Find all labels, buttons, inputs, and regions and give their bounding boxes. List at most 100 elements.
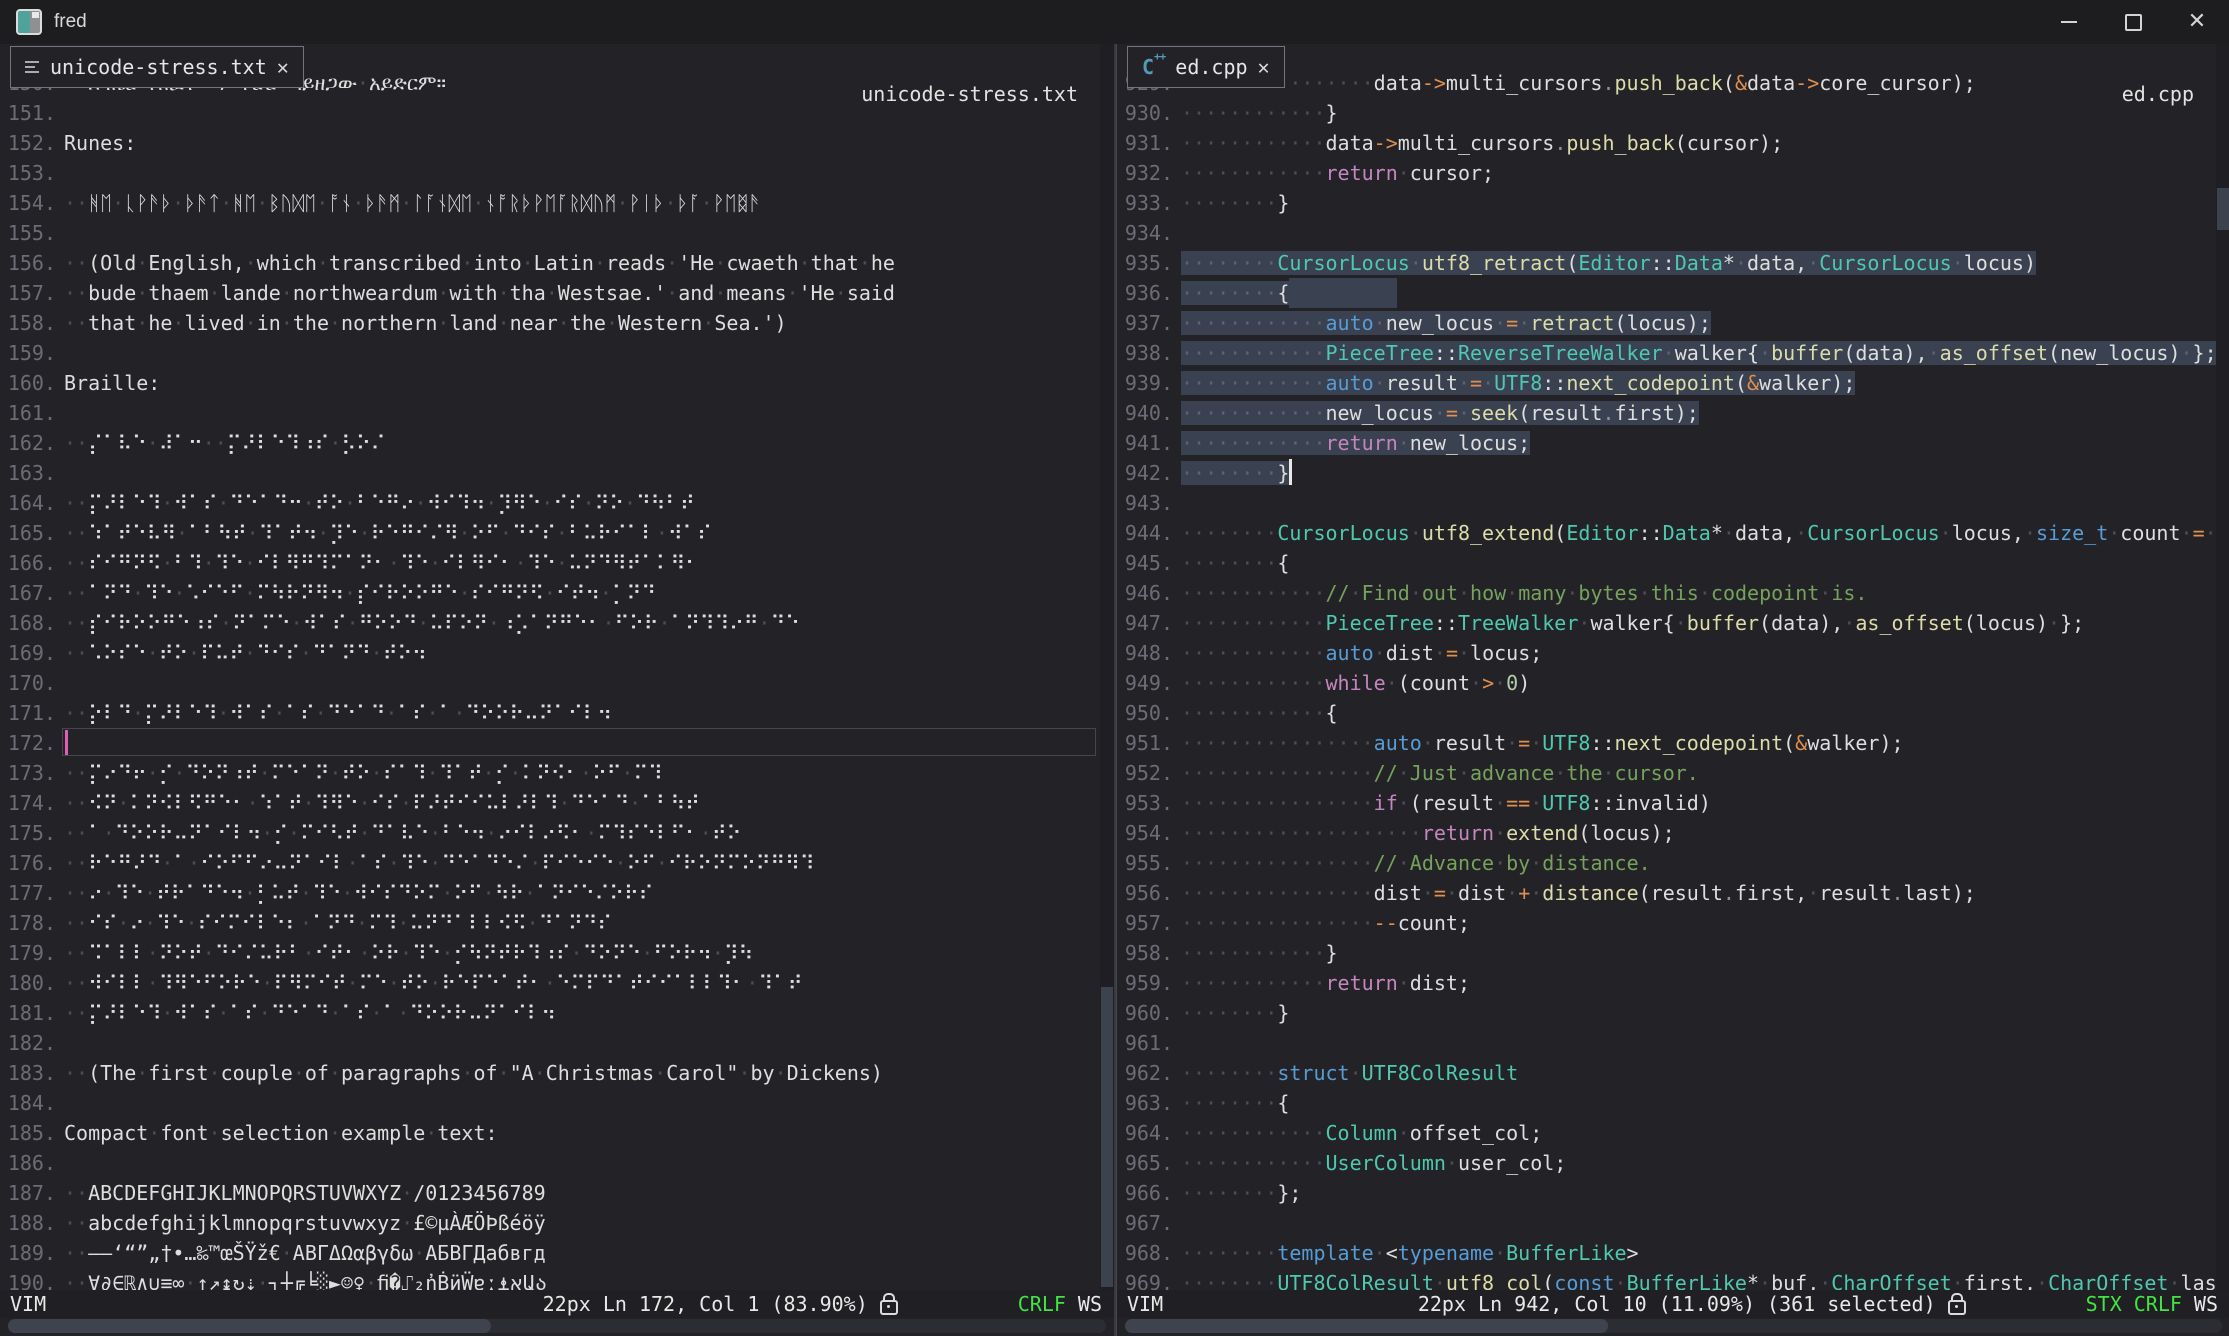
code-line[interactable]: 182. xyxy=(0,1028,1114,1058)
code-line[interactable]: 968.········template·<typename·BufferLik… xyxy=(1117,1238,2229,1268)
code-line[interactable]: 967. xyxy=(1117,1208,2229,1238)
vertical-scrollbar[interactable] xyxy=(1100,44,1114,1290)
code-line[interactable]: 949.············while·(count·>·0) xyxy=(1117,668,2229,698)
line-number: 963. xyxy=(1117,1088,1173,1118)
code-line[interactable]: 175.··⠁·⠙⠕⠕⠗⠤⠝⠁⠊⠇⠲·⡊·⠍⠊⠣⠞·⠙⠁⠧⠑·⠃⠑⠲·⠔⠊⠇⠔⠫… xyxy=(0,818,1114,848)
code-line[interactable]: 950.············{ xyxy=(1117,698,2229,728)
code-line[interactable]: 185.Compact·font·selection·example·text: xyxy=(0,1118,1114,1148)
code-line[interactable]: 932.············return·cursor; xyxy=(1117,158,2229,188)
code-line[interactable]: 964.············Column·offset_col; xyxy=(1117,1118,2229,1148)
code-line[interactable]: 963.········{ xyxy=(1117,1088,2229,1118)
code-line[interactable]: 954.····················return·extend(lo… xyxy=(1117,818,2229,848)
code-line[interactable]: 178.··⠊⠎·⠔·⠹⠑·⠎⠊⠍⠊⠇⠑⠆·⠁⠝⠙·⠍⠹·⠥⠝⠙⠁⠇⠇⠪⠫·⠙⠁… xyxy=(0,908,1114,938)
code-line[interactable]: 961. xyxy=(1117,1028,2229,1058)
code-line[interactable]: 960.········} xyxy=(1117,998,2229,1028)
code-line[interactable]: 169.··⠡⠕⠎⠑·⠞⠕·⠏⠥⠞·⠙⠊⠎·⠙⠁⠝⠙·⠞⠕⠲ xyxy=(0,638,1114,668)
code-line[interactable]: 164.··⡍⠜⠇⠑⠹·⠺⠁⠎·⠙⠑⠁⠙⠒·⠞⠕·⠃⠑⠛⠔·⠺⠊⠹⠲·⡹⠻⠑·⠊… xyxy=(0,488,1114,518)
line-number: 953. xyxy=(1117,788,1173,818)
code-line[interactable]: 940.············new_locus·=·seek(result.… xyxy=(1117,398,2229,428)
code-line[interactable]: 187.··ABCDEFGHIJKLMNOPQRSTUVWXYZ·/012345… xyxy=(0,1178,1114,1208)
scrollbar-thumb[interactable] xyxy=(1125,1319,1608,1333)
code-editor-area[interactable]: 929.················data->multi_cursors.… xyxy=(1117,44,2229,1298)
code-line[interactable]: 935.········CursorLocus·utf8_retract(Edi… xyxy=(1117,248,2229,278)
code-line[interactable]: 154.··ᚻᛖ·ᚳᚹᚫᚦ·ᚦᚫᛏ·ᚻᛖ·ᛒᚢᛞᛖ·ᚩᚾ·ᚦᚫᛗ·ᛚᚪᚾᛞᛖ·ᚾ… xyxy=(0,188,1114,218)
code-line[interactable]: 945.········{ xyxy=(1117,548,2229,578)
code-line[interactable]: 174.··⠪⠝·⠅⠝⠪⠇⠫⠛⠑⠂·⠱⠁⠞·⠹⠻⠑·⠊⠎·⠏⠜⠞⠊⠊⠥⠇⠜⠇⠹·… xyxy=(0,788,1114,818)
code-line[interactable]: 158.··that·he·lived·in·the·northern·land… xyxy=(0,308,1114,338)
code-line[interactable]: 941.············return·new_locus; xyxy=(1117,428,2229,458)
code-line[interactable]: 946.············//·Find·out·how·many·byt… xyxy=(1117,578,2229,608)
code-line[interactable]: 943. xyxy=(1117,488,2229,518)
code-line[interactable]: 939.············auto·result·=·UTF8::next… xyxy=(1117,368,2229,398)
code-line[interactable]: 157.··bude·thaem·lande·northweardum·with… xyxy=(0,278,1114,308)
code-line[interactable]: 173.··⡍⠔⠙⠖·⡊·⠙⠕⠝⠰⠞·⠍⠑⠁⠝·⠞⠕·⠎⠁⠹·⠹⠁⠞·⡊·⠅⠝⠪… xyxy=(0,758,1114,788)
tab-close-icon[interactable]: ✕ xyxy=(1258,55,1270,79)
code-line[interactable]: 166.··⠎⠊⠛⠝⠫·⠃⠹·⠹⠑·⠊⠇⠻⠛⠹⠍⠁⠝⠂·⠹⠑·⠊⠇⠻⠊⠂·⠹⠑·… xyxy=(0,548,1114,578)
code-line[interactable]: 188.··abcdefghijklmnopqrstuvwxyz·£©µÀÆÖÞ… xyxy=(0,1208,1114,1238)
code-line[interactable]: 962.········struct·UTF8ColResult xyxy=(1117,1058,2229,1088)
code-line[interactable]: 179.··⠩⠁⠇⠇·⠝⠕⠞·⠙⠊⠌⠥⠗⠃·⠊⠞⠂·⠕⠗·⠹⠑·⡊⠳⠝⠞⠗⠹⠰⠎… xyxy=(0,938,1114,968)
tab-close-icon[interactable]: ✕ xyxy=(277,55,289,79)
code-line[interactable]: 955.················//·Advance·by·distan… xyxy=(1117,848,2229,878)
code-line[interactable]: 183.··(The·first·couple·of·paragraphs·of… xyxy=(0,1058,1114,1088)
tab-ed-cpp[interactable]: C++ ed.cpp ✕ xyxy=(1127,46,1285,88)
code-line[interactable]: 168.··⡎⠊⠗⠕⠕⠛⠑⠰⠎·⠝⠁⠍⠑·⠺⠁⠎·⠛⠕⠕⠙·⠥⠏⠕⠝·⠰⡡⠁⠝⠛… xyxy=(0,608,1114,638)
code-line[interactable]: 966.········}; xyxy=(1117,1178,2229,1208)
code-line[interactable]: 933.········} xyxy=(1117,188,2229,218)
line-number: 936. xyxy=(1117,278,1173,308)
code-line[interactable]: 965.············UserColumn·user_col; xyxy=(1117,1148,2229,1178)
mode-indicator: VIM xyxy=(1127,1292,1163,1316)
code-line[interactable]: 156.··(Old·English,·which·transcribed·in… xyxy=(0,248,1114,278)
code-line[interactable]: 172. xyxy=(0,728,1114,758)
code-line[interactable]: 170. xyxy=(0,668,1114,698)
code-line[interactable]: 162.··⡌⠁⠧⠑·⠼⠁⠒··⡍⠜⠇⠑⠹⠰⠎·⡣⠕⠌ xyxy=(0,428,1114,458)
maximize-button[interactable] xyxy=(2101,0,2165,44)
code-line[interactable]: 167.··⠁⠝⠙·⠹⠑·⠡⠊⠑⠋·⠍⠳⠗⠝⠻⠲·⡎⠊⠗⠕⠕⠛⠑·⠎⠊⠛⠝⠫·⠊… xyxy=(0,578,1114,608)
pane-divider[interactable] xyxy=(1114,44,1116,1336)
code-line[interactable]: 948.············auto·dist·=·locus; xyxy=(1117,638,2229,668)
close-button[interactable]: ✕ xyxy=(2165,0,2229,44)
vertical-scrollbar[interactable] xyxy=(2216,44,2229,1290)
code-line[interactable]: 947.············PieceTree::TreeWalker·wa… xyxy=(1117,608,2229,638)
code-line[interactable]: 159. xyxy=(0,338,1114,368)
code-line[interactable]: 161. xyxy=(0,398,1114,428)
code-line[interactable]: 959.············return·dist; xyxy=(1117,968,2229,998)
code-line[interactable]: 189.··–—‘“”„†•…‰™œŠŸž€·ΑΒΓΔΩαβγδω·АБВГДа… xyxy=(0,1238,1114,1268)
scrollbar-thumb[interactable] xyxy=(1101,987,1113,1287)
scrollbar-thumb[interactable] xyxy=(2217,188,2229,230)
code-line[interactable]: 165.··⠱⠁⠞⠑⠧⠻·⠁⠃⠳⠞·⠹⠁⠞⠲·⡹⠑·⠗⠑⠛⠊⠌⠻·⠕⠋·⠙⠊⠎·… xyxy=(0,518,1114,548)
tab-unicode-stress[interactable]: unicode-stress.txt ✕ xyxy=(10,46,304,88)
code-line[interactable]: 936.········{ xyxy=(1117,278,2229,308)
code-line[interactable]: 934. xyxy=(1117,218,2229,248)
code-line[interactable]: 937.············auto·new_locus·=·retract… xyxy=(1117,308,2229,338)
horizontal-scrollbar[interactable] xyxy=(8,1319,1106,1333)
window-title: fred xyxy=(54,11,87,33)
code-line[interactable]: 944.········CursorLocus·utf8_extend(Edit… xyxy=(1117,518,2229,548)
code-line[interactable]: 951.················auto·result·=·UTF8::… xyxy=(1117,728,2229,758)
code-line[interactable]: 152.Runes: xyxy=(0,128,1114,158)
code-line[interactable]: 155. xyxy=(0,218,1114,248)
code-line[interactable]: 184. xyxy=(0,1088,1114,1118)
code-line[interactable]: 186. xyxy=(0,1148,1114,1178)
code-line[interactable]: 180.··⠺⠊⠇⠇·⠹⠻⠑⠋⠕⠗⠑·⠏⠻⠍⠊⠞·⠍⠑·⠞⠕·⠗⠑⠏⠑⠁⠞⠂·⠑… xyxy=(0,968,1114,998)
text-editor-area[interactable]: 150.··እግዜር·የከፈተውን·ጉሮሮ·ሳይዘጋው·አይድርም።151.15… xyxy=(0,44,1114,1298)
code-line[interactable]: 171.··⡕⠇⠙·⡍⠜⠇⠑⠹·⠺⠁⠎·⠁⠎·⠙⠑⠁⠙·⠁⠎·⠁·⠙⠕⠕⠗⠤⠝⠁… xyxy=(0,698,1114,728)
code-line[interactable]: 957.················--count; xyxy=(1117,908,2229,938)
scrollbar-thumb[interactable] xyxy=(8,1319,491,1333)
code-line[interactable]: 177.··⠔·⠹⠑·⠞⠗⠁⠙⠑⠲·⡃⠥⠞·⠹⠑·⠺⠊⠎⠙⠕⠍·⠕⠋·⠳⠗·⠁⠝… xyxy=(0,878,1114,908)
horizontal-scrollbar[interactable] xyxy=(1125,1319,2222,1333)
code-line[interactable]: 153. xyxy=(0,158,1114,188)
code-line[interactable]: 181.··⡍⠜⠇⠑⠹·⠺⠁⠎·⠁⠎·⠙⠑⠁⠙·⠁⠎·⠁·⠙⠕⠕⠗⠤⠝⠁⠊⠇⠲ xyxy=(0,998,1114,1028)
code-line[interactable]: 956.················dist·=·dist·+·distan… xyxy=(1117,878,2229,908)
minimize-button[interactable] xyxy=(2037,0,2101,44)
code-line[interactable]: 952.················//·Just·advance·the·… xyxy=(1117,758,2229,788)
code-line[interactable]: 931.············data->multi_cursors.push… xyxy=(1117,128,2229,158)
code-line[interactable]: 958.············} xyxy=(1117,938,2229,968)
code-line[interactable]: 176.··⠗⠑⠛⠜⠙·⠁·⠊⠕⠋⠋⠔⠤⠝⠁⠊⠇·⠁⠎·⠹⠑·⠙⠑⠁⠙⠑⠌·⠏⠊… xyxy=(0,848,1114,878)
code-line[interactable]: 942.········} xyxy=(1117,458,2229,488)
code-line[interactable]: 163. xyxy=(0,458,1114,488)
code-line[interactable]: 938.············PieceTree::ReverseTreeWa… xyxy=(1117,338,2229,368)
code-line[interactable]: 953.················if·(result·==·UTF8::… xyxy=(1117,788,2229,818)
code-line[interactable]: 160.Braille: xyxy=(0,368,1114,398)
code-line[interactable]: 930.············} xyxy=(1117,98,2229,128)
